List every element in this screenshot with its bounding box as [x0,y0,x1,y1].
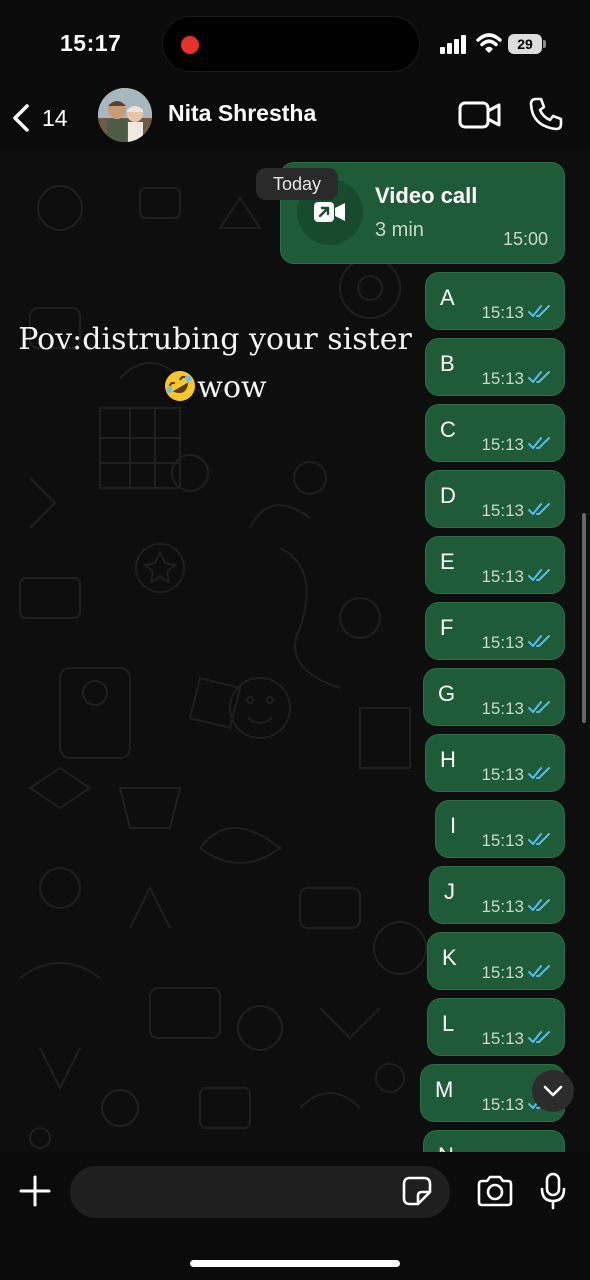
message-text: M [435,1077,454,1102]
call-duration: 3 min [375,219,424,241]
message-time: 15:13 [481,303,524,322]
message-bubble[interactable]: C 15:13 [425,404,565,462]
phone-icon[interactable] [528,96,564,132]
overlay-caption: Pov:distrubing your sister wow [10,316,420,412]
chevron-down-icon [543,1085,563,1097]
rofl-emoji-icon [165,371,196,401]
message-time: 15:13 [481,1095,524,1114]
date-badge: Today [256,168,338,200]
chevron-left-icon [13,104,29,132]
status-time: 15:17 [60,30,122,56]
home-indicator [190,1260,400,1267]
back-button[interactable]: 14 [10,96,80,140]
message-text: I [450,813,457,838]
message-bubble[interactable]: D 15:13 [425,470,565,528]
read-receipt-icon [528,503,550,515]
message-time: 15:13 [481,435,524,454]
read-receipt-icon [528,437,550,449]
scroll-to-bottom-button[interactable] [532,1070,574,1112]
video-call-icon[interactable] [458,98,502,132]
read-receipt-icon [528,305,550,317]
message-time: 15:13 [481,963,524,982]
read-receipt-icon [528,635,550,647]
overlay-caption-line2: wow [197,370,267,405]
message-input[interactable] [70,1166,450,1218]
read-receipt-icon [528,701,550,713]
message-bubble[interactable]: N [423,1130,565,1152]
message-bubble[interactable]: L 15:13 [427,998,565,1056]
chat-header: 14 Nita Shrestha [0,88,590,148]
read-receipt-icon [528,1031,550,1043]
call-title: Video call [375,183,478,208]
wifi-icon [476,33,502,53]
message-text: J [444,879,455,904]
call-time: 15:00 [502,229,548,249]
contact-name[interactable]: Nita Shrestha [168,100,316,127]
overlay-caption-line2-row: wow [10,364,420,412]
message-time: 15:13 [481,1029,524,1048]
message-bubble[interactable]: I 15:13 [435,800,565,858]
message-bubble[interactable]: F 15:13 [425,602,565,660]
message-bubble[interactable]: J 15:13 [429,866,565,924]
read-receipt-icon [528,371,550,383]
message-time: 15:13 [481,369,524,388]
battery-icon: 29 [508,34,546,54]
dynamic-island [162,16,420,72]
message-text: B [440,351,455,376]
read-receipt-icon [528,569,550,581]
message-bubble[interactable]: A 15:13 [425,272,565,330]
unread-count: 14 [42,104,68,131]
outgoing-video-call-icon [314,202,345,222]
message-bubble[interactable]: E 15:13 [425,536,565,594]
message-time: 15:13 [481,501,524,520]
message-text: A [440,285,455,310]
message-text: H [440,747,456,772]
cellular-signal-icon [440,35,466,54]
message-time: 15:13 [481,699,524,718]
message-bubble[interactable]: G 15:13 [423,668,565,726]
read-receipt-icon [528,965,550,977]
plus-icon[interactable] [18,1174,52,1208]
input-bar [0,1152,590,1280]
read-receipt-icon [528,767,550,779]
message-time: 15:13 [481,567,524,586]
scroll-indicator[interactable] [582,513,586,723]
sticker-icon[interactable] [402,1176,432,1206]
message-bubble[interactable]: B 15:13 [425,338,565,396]
message-time: 15:13 [481,897,524,916]
message-text: N [438,1143,454,1152]
read-receipt-icon [528,899,550,911]
message-bubble[interactable]: H 15:13 [425,734,565,792]
camera-icon[interactable] [476,1174,514,1208]
message-time: 15:13 [481,633,524,652]
message-time: 15:13 [481,831,524,850]
chat-area[interactable]: Video call 3 min 15:00 Today Pov:distrub… [0,148,590,1152]
message-text: C [440,417,456,442]
message-text: E [440,549,455,574]
recording-dot-icon [181,36,199,54]
battery-level: 29 [508,34,542,54]
message-time: 15:13 [481,765,524,784]
overlay-caption-line1: Pov:distrubing your sister [18,322,412,357]
read-receipt-icon [528,833,550,845]
message-text: K [442,945,457,970]
avatar[interactable] [98,88,152,142]
message-text: D [440,483,456,508]
message-text: L [442,1011,455,1036]
message-bubble[interactable]: K 15:13 [427,932,565,990]
microphone-icon[interactable] [540,1172,566,1210]
status-bar: 15:17 29 [0,0,590,88]
message-text: F [440,615,454,640]
message-text: G [438,681,456,706]
avatar-photo-icon [98,88,152,142]
